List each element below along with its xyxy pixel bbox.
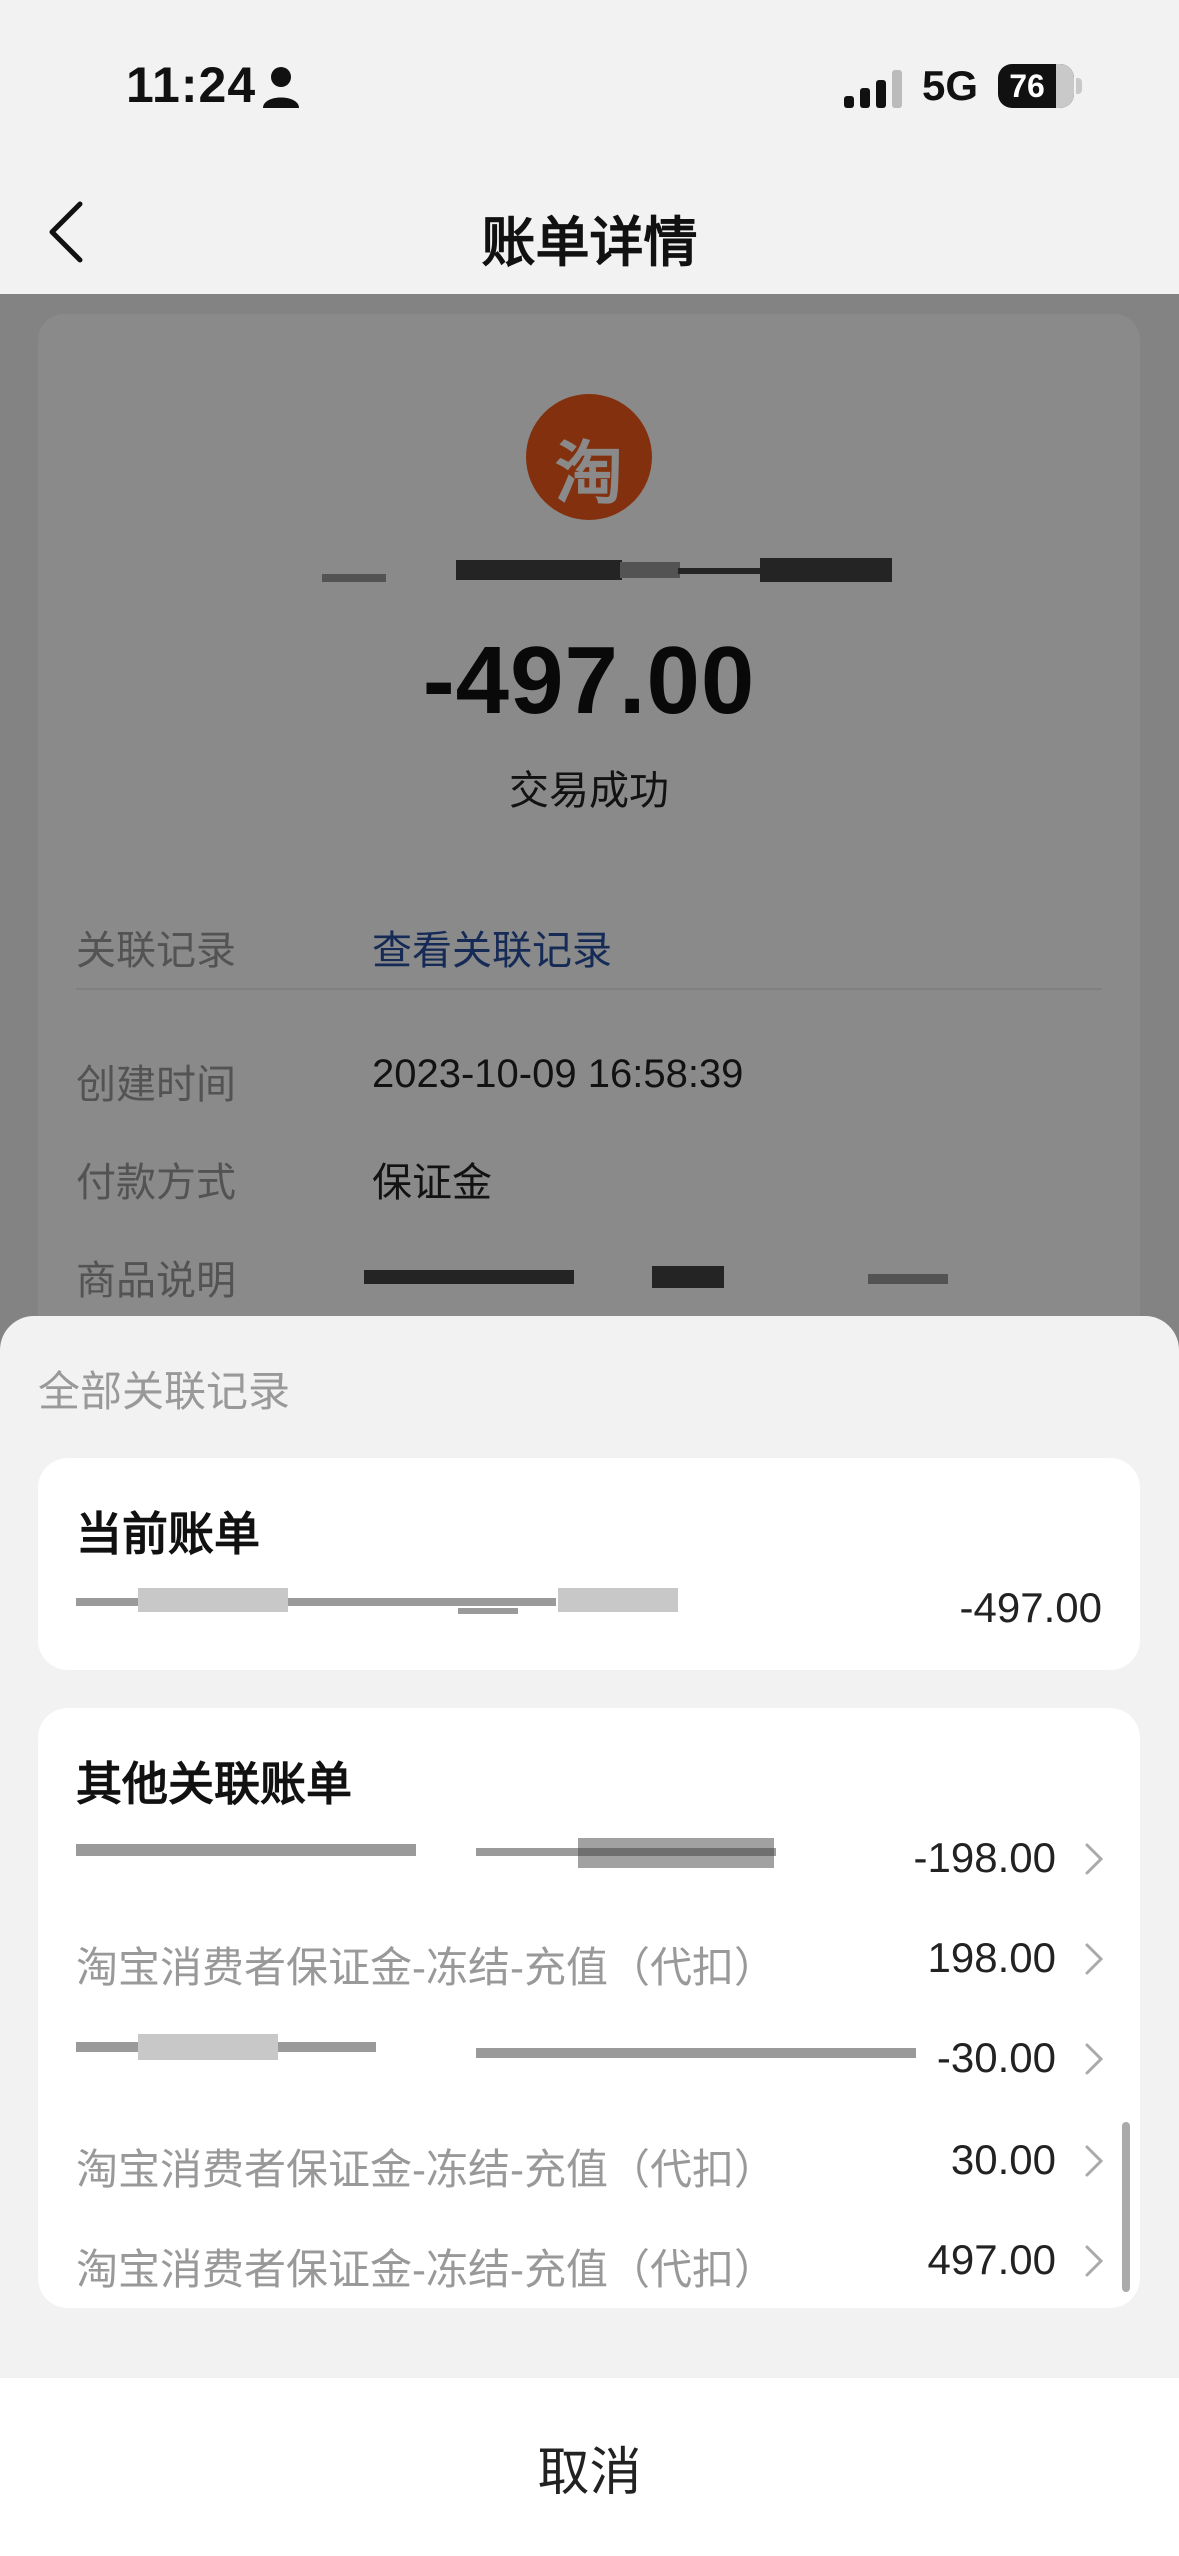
redacted-bill-name bbox=[558, 1588, 678, 1612]
related-bill-amount: 198.00 bbox=[927, 1934, 1056, 1981]
scrollbar[interactable] bbox=[1122, 2122, 1130, 2292]
related-bill-amount: -30.00 bbox=[936, 2034, 1056, 2081]
battery-icon: 76 bbox=[998, 64, 1074, 108]
chevron-right-icon bbox=[1085, 2145, 1104, 2177]
chevron-right-icon bbox=[1085, 1843, 1104, 1875]
sheet-title: 全部关联记录 bbox=[38, 1368, 291, 1415]
redacted-bill-name bbox=[578, 1838, 774, 1868]
person-icon bbox=[263, 67, 299, 108]
related-bill-name: 淘宝消费者保证金-冻结-充值（代扣） bbox=[76, 2146, 776, 2193]
related-bill-name: 淘宝消费者保证金-冻结-充值（代扣） bbox=[76, 2246, 776, 2293]
other-bills-panel: 其他关联账单 -198.00 淘宝消费者保证金-冻结-充值（代扣） 198.00… bbox=[38, 1708, 1140, 2308]
chevron-right-icon bbox=[1085, 1943, 1104, 1975]
related-bill-amount: 497.00 bbox=[927, 2236, 1056, 2283]
redacted-bill-name bbox=[138, 2034, 278, 2060]
related-bill-amount: -198.00 bbox=[913, 1834, 1056, 1881]
related-bill-amount: 30.00 bbox=[950, 2136, 1056, 2183]
battery-level: 76 bbox=[1009, 68, 1045, 104]
related-bill-name: 淘宝消费者保证金-冻结-充值（代扣） bbox=[76, 1944, 776, 1991]
redacted-bill-name bbox=[138, 1588, 288, 1612]
cancel-button[interactable]: 取消 bbox=[0, 2378, 1179, 2556]
status-bar: 11:24 5G 76 bbox=[0, 0, 1179, 160]
related-records-sheet: 全部关联记录 当前账单 -497.00 其他关联账单 -198.00 淘宝消费者… bbox=[0, 1316, 1179, 2556]
other-bills-title: 其他关联账单 bbox=[76, 1758, 352, 1810]
chevron-right-icon bbox=[1085, 2245, 1104, 2277]
current-bill-panel: 当前账单 -497.00 bbox=[38, 1458, 1140, 1670]
status-time: 11:24 bbox=[126, 57, 257, 113]
chevron-right-icon bbox=[1085, 2043, 1104, 2075]
redacted-bill-name bbox=[76, 1844, 416, 1856]
cancel-label: 取消 bbox=[537, 2444, 642, 2502]
redacted-bill-name bbox=[476, 2048, 916, 2058]
redacted-bill-name bbox=[458, 1608, 518, 1614]
current-bill-amount: -497.00 bbox=[959, 1584, 1102, 1631]
current-bill-title: 当前账单 bbox=[76, 1508, 260, 1560]
page-title: 账单详情 bbox=[481, 213, 698, 273]
network-type: 5G bbox=[922, 62, 979, 109]
nav-bar: 账单详情 bbox=[0, 160, 1179, 294]
signal-icon bbox=[844, 70, 902, 108]
